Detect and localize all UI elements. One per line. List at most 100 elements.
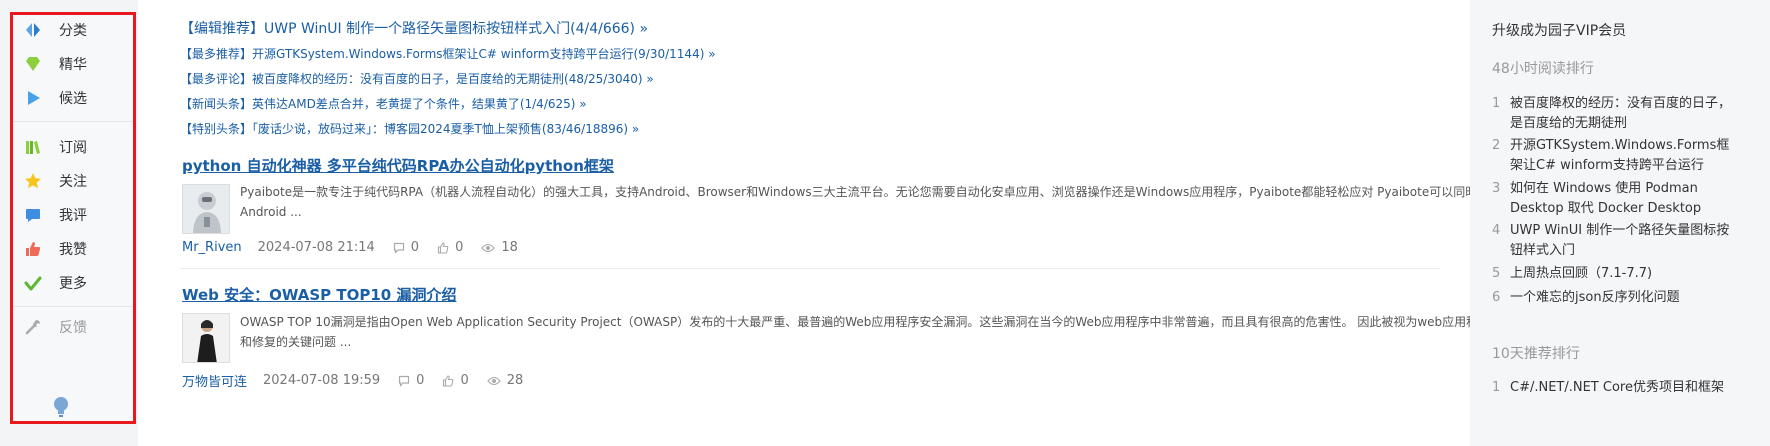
rank-number: 1	[1492, 96, 1501, 111]
post-likes[interactable]: 0	[437, 240, 463, 255]
comment-count: 0	[410, 240, 420, 255]
sidebar-item-label: 候选	[59, 91, 87, 107]
post-meta: 万物皆可连 2024-07-08 19:59 0 0 28	[182, 371, 523, 390]
notice-tag[interactable]: 【最多推荐】	[180, 47, 252, 61]
rank-link[interactable]: 上周热点回顾（7.1-7.7)	[1510, 264, 1652, 284]
rank-link[interactable]: 一个难忘的json反序列化问题	[1510, 288, 1680, 308]
rank-item[interactable]: 1 被百度降权的经历：没有百度的日子，是百度给的无期徒刑	[1492, 94, 1742, 134]
rank-item[interactable]: 3 如何在 Windows 使用 Podman Desktop 取代 Docke…	[1492, 179, 1742, 219]
left-sidebar: 分类 精华 候选 订阅 关注 我评 我赞 更多 反馈	[0, 0, 138, 446]
comment-icon	[23, 205, 43, 225]
sidebar-item-category[interactable]: 分类	[23, 17, 123, 43]
notice-most-recommended[interactable]: 【最多推荐】开源GTKSystem.Windows.Forms框架让C# win…	[180, 45, 716, 62]
sidebar-item-label: 精华	[59, 57, 87, 73]
post-summary: Pyaibote是一款专注于纯代码RPA（机器人流程自动化）的强大工具，支持An…	[240, 185, 1605, 219]
comment-count: 0	[416, 373, 425, 388]
sidebar-item-subscribe[interactable]: 订阅	[23, 134, 123, 160]
view-count: 18	[501, 240, 518, 255]
rank-number: 2	[1492, 138, 1501, 153]
books-icon	[23, 137, 43, 157]
post-title[interactable]: python 自动化神器 多平台纯代码RPA办公自动化python框架	[182, 155, 614, 176]
thumbs-up-outline-icon	[443, 374, 454, 387]
sidebar-item-label: 我评	[59, 208, 87, 224]
post-meta: Mr_Riven 2024-07-08 21:14 0 0 18	[182, 240, 518, 255]
sidebar-item-my-comments[interactable]: 我评	[23, 202, 123, 228]
post-views: 28	[487, 373, 524, 388]
notice-news-headline[interactable]: 【新闻头条】英伟达AMD差点合并，老黄提了个条件，结果黄了(1/4/625) »	[180, 95, 587, 112]
like-count: 0	[460, 373, 469, 388]
notice-most-commented[interactable]: 【最多评论】被百度降权的经历：没有百度的日子，是百度给的无期徒刑(48/25/3…	[180, 70, 654, 87]
sidebar-item-label: 分类	[59, 23, 87, 39]
notice-special-headline[interactable]: 【特别头条】「废话少说，放码过来」：博客园2024夏季T恤上架预售(83/46/…	[180, 120, 639, 137]
rank-item[interactable]: 2 开源GTKSystem.Windows.Forms框架让C# winform…	[1492, 136, 1742, 176]
rank-link[interactable]: 被百度降权的经历：没有百度的日子，是百度给的无期徒刑	[1510, 94, 1742, 134]
notice-editor-pick[interactable]: 【编辑推荐】UWP WinUI 制作一个路径矢量图标按钮样式入门(4/4/666…	[180, 18, 648, 38]
post-title[interactable]: Web 安全：OWASP TOP10 漏洞介绍	[182, 284, 456, 305]
sidebar-item-label: 我赞	[59, 242, 87, 258]
notice-tag[interactable]: 【最多评论】	[180, 72, 252, 86]
rank-item[interactable]: 4 UWP WinUI 制作一个路径矢量图标按钮样式入门	[1492, 221, 1742, 261]
notice-link[interactable]: 「废话少说，放码过来」：博客园2024夏季T恤上架预售(83/46/18896)…	[252, 122, 639, 136]
comment-outline-icon	[393, 242, 404, 254]
sidebar-divider	[13, 306, 133, 307]
wrench-icon	[23, 317, 43, 337]
post-divider	[180, 268, 1440, 269]
eye-icon	[481, 243, 496, 252]
sidebar-item-label: 订阅	[59, 140, 87, 156]
post-comments[interactable]: 0	[393, 240, 419, 255]
rank-number: 4	[1492, 223, 1501, 238]
eye-icon	[487, 376, 501, 385]
rank-link[interactable]: UWP WinUI 制作一个路径矢量图标按钮样式入门	[1510, 221, 1742, 261]
post-author[interactable]: Mr_Riven	[182, 240, 242, 255]
post-views: 18	[481, 240, 518, 255]
notice-link[interactable]: 英伟达AMD差点合并，老黄提了个条件，结果黄了(1/4/625) »	[252, 97, 587, 111]
rank-number: 6	[1492, 290, 1501, 305]
main-content: 【编辑推荐】UWP WinUI 制作一个路径矢量图标按钮样式入门(4/4/666…	[180, 0, 1610, 446]
sidebar-item-follow[interactable]: 关注	[23, 168, 123, 194]
notice-tag[interactable]: 【特别头条】	[180, 122, 252, 136]
rank-link[interactable]: 开源GTKSystem.Windows.Forms框架让C# winform支持…	[1510, 136, 1742, 176]
rank-number: 3	[1492, 181, 1501, 196]
sidebar-item-label: 更多	[59, 276, 87, 292]
play-icon	[23, 88, 43, 108]
rec-10d-title: 10天推荐排行	[1492, 346, 1580, 362]
comment-outline-icon	[399, 375, 410, 387]
sidebar-item-my-likes[interactable]: 我赞	[23, 236, 123, 262]
rank-item[interactable]: 6 一个难忘的json反序列化问题	[1492, 288, 1742, 308]
sidebar-item-candidate[interactable]: 候选	[23, 85, 123, 111]
post-summary: OWASP TOP 10漏洞是指由Open Web Application Se…	[240, 315, 1611, 349]
rank-link[interactable]: 如何在 Windows 使用 Podman Desktop 取代 Docker …	[1510, 179, 1742, 219]
post-thumbnail[interactable]	[182, 313, 230, 363]
notice-link[interactable]: 开源GTKSystem.Windows.Forms框架让C# winform支持…	[252, 47, 716, 61]
sidebar-highlight-box: 分类 精华 候选 订阅 关注 我评 我赞 更多 反馈	[10, 12, 136, 424]
post-date: 2024-07-08 19:59	[263, 373, 381, 388]
post-likes[interactable]: 0	[442, 373, 469, 388]
thumbs-up-icon	[23, 239, 43, 259]
sidebar-item-feedback[interactable]: 反馈	[23, 314, 123, 340]
rank-item[interactable]: 1 C#/.NET/.NET Core优秀项目和框架	[1492, 378, 1742, 398]
like-count: 0	[455, 240, 464, 255]
star-icon	[23, 171, 43, 191]
rank-link[interactable]: C#/.NET/.NET Core优秀项目和框架	[1510, 378, 1724, 398]
view-count: 28	[506, 373, 524, 388]
notice-tag[interactable]: 【新闻头条】	[180, 97, 252, 111]
rank-number: 5	[1492, 266, 1501, 281]
vip-upgrade-link[interactable]: 升级成为园子VIP会员	[1492, 20, 1626, 40]
post-comments[interactable]: 0	[398, 373, 424, 388]
sidebar-item-label: 关注	[59, 174, 87, 190]
category-icon	[23, 20, 43, 40]
notice-link[interactable]: UWP WinUI 制作一个路径矢量图标按钮样式入门(4/4/666) »	[264, 21, 648, 37]
thumbs-up-outline-icon	[438, 241, 449, 254]
post-thumbnail[interactable]	[182, 184, 230, 234]
rank-number: 1	[1492, 380, 1501, 395]
sidebar-item-more[interactable]: 更多	[23, 270, 123, 296]
post-author[interactable]: 万物皆可连	[182, 371, 247, 390]
lightbulb-icon[interactable]	[51, 395, 71, 419]
notice-tag[interactable]: 【编辑推荐】	[180, 21, 264, 37]
notice-link[interactable]: 被百度降权的经历：没有百度的日子，是百度给的无期徒刑(48/25/3040) »	[252, 72, 654, 86]
hot-48h-title: 48小时阅读排行	[1492, 61, 1594, 77]
rank-item[interactable]: 5 上周热点回顾（7.1-7.7)	[1492, 264, 1742, 284]
diamond-icon	[23, 54, 43, 74]
sidebar-item-featured[interactable]: 精华	[23, 51, 123, 77]
sidebar-item-label: 反馈	[59, 320, 87, 336]
